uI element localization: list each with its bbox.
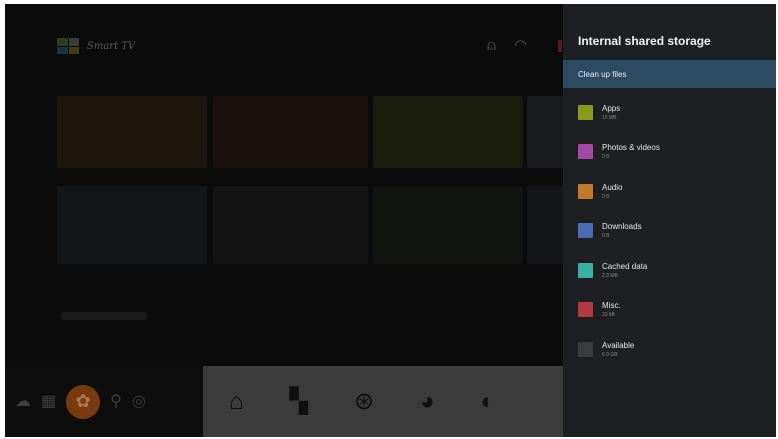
cloud-icon[interactable]: ☁: [15, 393, 31, 410]
content-tile[interactable]: [373, 96, 523, 168]
top-status-icons: ⍝ ◠: [487, 38, 527, 53]
item-label: Photos & videos: [602, 142, 660, 152]
content-tile[interactable]: [527, 96, 567, 168]
item-size: 33 kB: [602, 311, 615, 318]
sports-icon[interactable]: ◐: [481, 389, 496, 414]
storage-item-misc[interactable]: Misc. 33 kB: [578, 294, 768, 324]
logo-text: Smart TV: [87, 40, 136, 52]
quick-actions-bar: ☁ ▦ ✿ ⚲ ◎: [5, 366, 203, 437]
item-label: Cached data: [602, 261, 648, 271]
search-icon[interactable]: ⚲: [110, 393, 122, 410]
content-tile[interactable]: [57, 96, 207, 168]
home-icon[interactable]: ⌂: [229, 389, 244, 414]
row-hint: [61, 312, 147, 320]
movies-icon[interactable]: ⊛: [354, 389, 374, 414]
audio-color-swatch: [578, 183, 593, 199]
launcher-logo: Smart TV: [57, 38, 135, 54]
apps-color-swatch: [578, 104, 593, 120]
item-size: 13 MB: [602, 114, 617, 121]
cached-color-swatch: [578, 262, 593, 278]
storage-item-cached-data[interactable]: Cached data 2.3 MB: [578, 255, 768, 285]
tv-screen: Smart TV ⍝ ◠ ☁ ▦ ✿ ⚲ ◎ ⌂ ▚ ⊛ ◕ ◐ Interna…: [5, 4, 776, 437]
storage-item-apps[interactable]: Apps 13 MB: [578, 97, 768, 127]
storage-item-audio[interactable]: Audio 0 B: [578, 176, 768, 206]
photos-color-swatch: [578, 143, 593, 159]
misc-color-swatch: [578, 301, 593, 317]
music-icon[interactable]: ◕: [420, 389, 435, 414]
panel-title: Internal shared storage: [578, 34, 711, 48]
clean-up-files-button[interactable]: Clean up files: [563, 60, 776, 88]
item-size: 0 B: [602, 232, 610, 239]
input-icon[interactable]: ▦: [41, 393, 56, 410]
item-label: Audio: [602, 182, 623, 192]
item-size: 0 B: [602, 193, 610, 200]
item-label: Downloads: [602, 221, 642, 231]
account-icon[interactable]: ⍝: [487, 38, 496, 53]
item-size: 6.0 GB: [602, 351, 618, 358]
downloads-color-swatch: [578, 222, 593, 238]
category-bar: ⌂ ▚ ⊛ ◕ ◐: [203, 366, 563, 437]
item-label: Available: [602, 340, 635, 350]
available-color-swatch: [578, 341, 593, 357]
brand-logo-icon: [57, 38, 79, 54]
content-tile[interactable]: [57, 186, 207, 264]
item-size: 2.3 MB: [602, 272, 618, 279]
item-size: 0 B: [602, 153, 610, 160]
wifi-icon[interactable]: ◠: [514, 38, 527, 53]
storage-panel: Internal shared storage Clean up files A…: [563, 4, 776, 437]
apps-icon[interactable]: ▚: [290, 389, 308, 414]
content-tile[interactable]: [213, 186, 368, 264]
settings-icon: ✿: [75, 391, 91, 411]
storage-item-available[interactable]: Available 6.0 GB: [578, 334, 768, 364]
storage-item-downloads[interactable]: Downloads 0 B: [578, 215, 768, 245]
notification-badge: [558, 40, 562, 52]
cast-icon[interactable]: ◎: [132, 393, 146, 410]
content-tile[interactable]: [527, 186, 567, 264]
storage-item-photos-videos[interactable]: Photos & videos 0 B: [578, 136, 768, 166]
content-tile[interactable]: [373, 186, 523, 264]
content-tile[interactable]: [213, 96, 368, 168]
settings-button[interactable]: ✿: [66, 384, 101, 419]
item-label: Misc.: [602, 300, 621, 310]
item-label: Apps: [602, 103, 621, 113]
